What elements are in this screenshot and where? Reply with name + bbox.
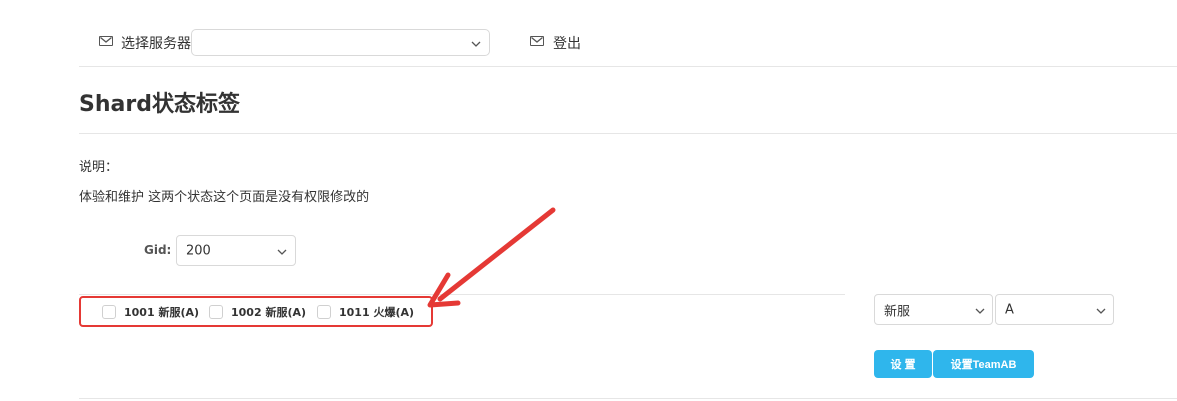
status-select-value: 新服 [884,304,911,319]
chevron-down-icon [975,308,985,314]
mail-icon [530,36,544,46]
set-team-ab-button[interactable]: 设置TeamAB [933,350,1034,378]
chevron-down-icon [471,41,481,47]
gid-select-value: 200 [186,243,211,258]
chevron-down-icon [277,249,287,255]
team-select-value: A [1005,302,1014,317]
gid-select[interactable]: 200 [176,235,296,266]
chevron-down-icon [1096,308,1106,314]
page-title: Shard状态标签 [79,92,240,117]
set-button[interactable]: 设 置 [874,350,932,378]
mail-icon [99,36,113,46]
logout-label: 登出 [553,36,581,52]
title-divider [79,133,1177,134]
bottom-divider [79,398,1177,399]
notes-text: 体验和维护 这两个状态这个页面是没有权限修改的 [79,190,370,205]
server-select[interactable] [191,29,490,56]
team-select[interactable]: A [995,294,1114,325]
notes-heading: 说明： [79,160,119,175]
shard-top-divider [79,294,845,295]
annotation-highlight-box [79,296,433,327]
page: 选择服务器 登出 Shard状态标签 说明： 体验和维护 这两个状态这个页面是没… [0,0,1177,401]
header-divider [79,66,1177,67]
gid-label: Gid: [144,243,172,257]
top-nav: 选择服务器 登出 [0,0,1177,66]
status-select[interactable]: 新服 [874,294,993,325]
server-select-label: 选择服务器 [121,36,191,52]
